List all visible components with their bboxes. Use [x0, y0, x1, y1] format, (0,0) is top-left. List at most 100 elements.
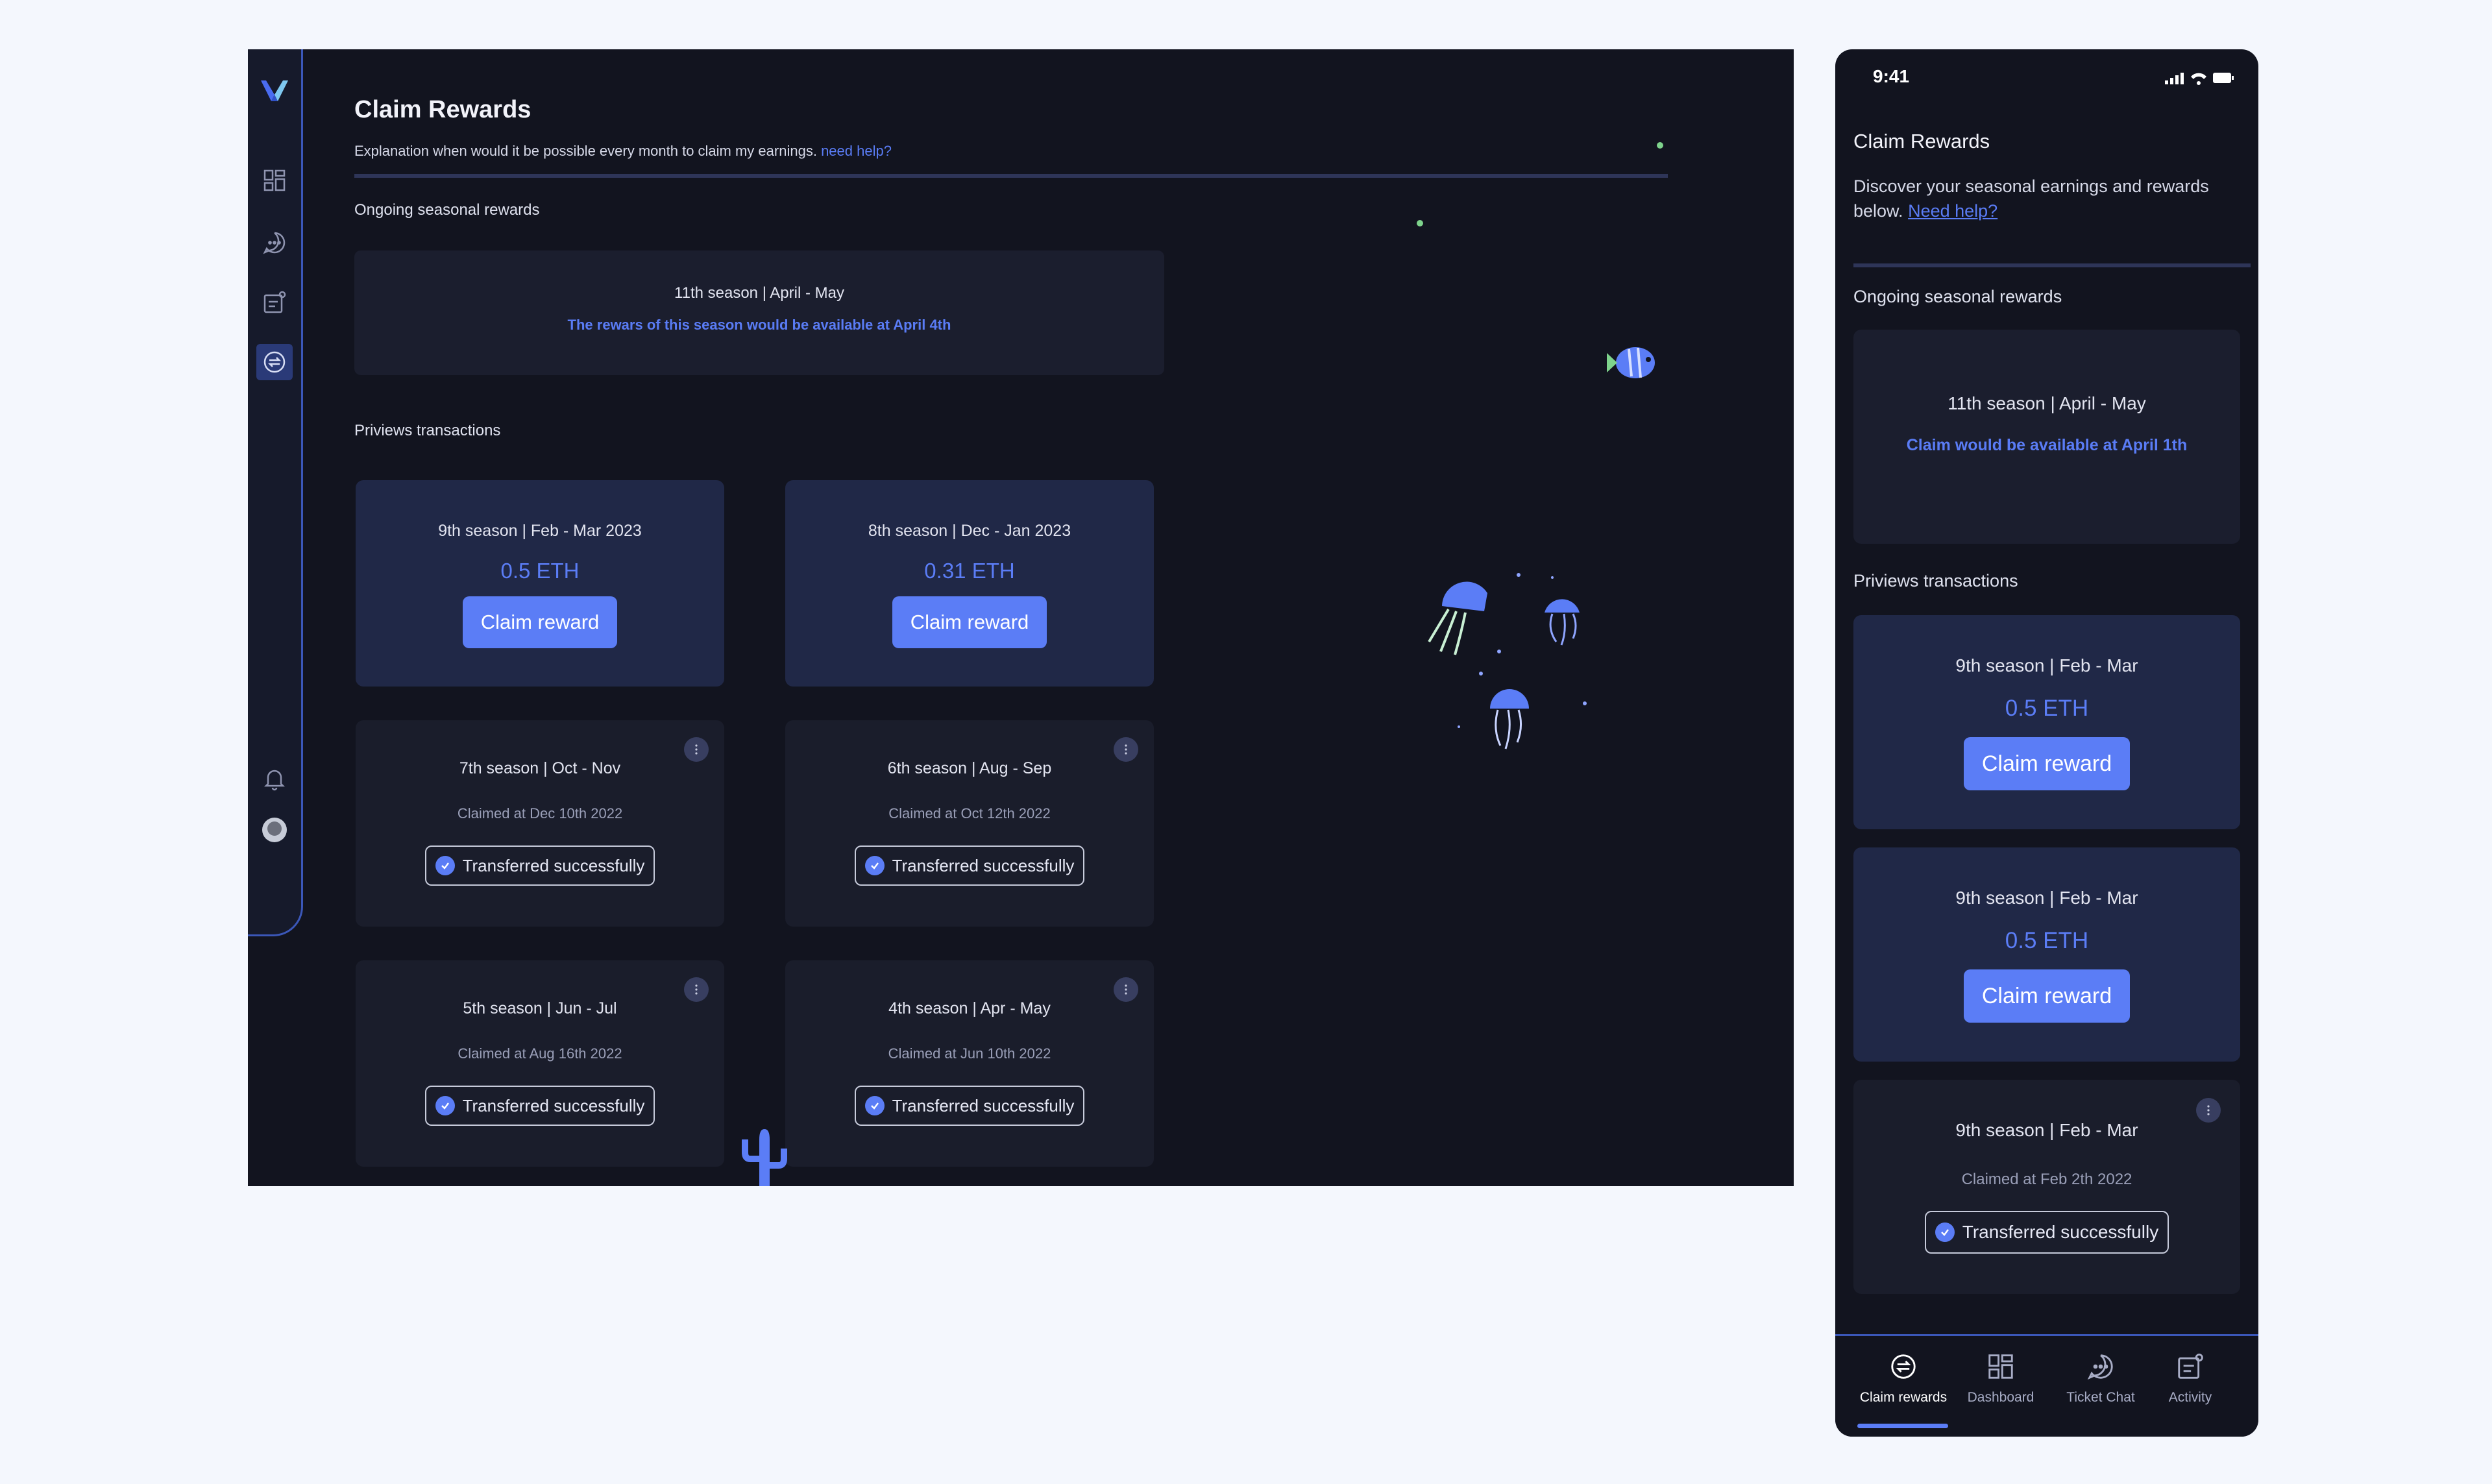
check-icon [435, 856, 455, 875]
card-season-title: 9th season | Feb - Mar 2023 [438, 522, 642, 540]
sidebar-item-claim-rewards[interactable] [256, 344, 293, 380]
status-text: Transferred successfully [892, 1095, 1075, 1115]
dashboard-icon [1988, 1354, 2013, 1379]
claimed-date: Claimed at Jun 10th 2022 [888, 1045, 1051, 1062]
completed-card: 9th season | Feb - Mar Claimed at Feb 2t… [1853, 1080, 2240, 1294]
status-text: Transferred successfully [462, 1095, 645, 1115]
title-divider [354, 174, 1668, 178]
claim-card: 9th season | Feb - Mar 0.5 ETH Claim rew… [1853, 847, 2240, 1062]
card-season-title: 9th season | Feb - Mar [1955, 888, 2138, 908]
activity-icon [263, 291, 286, 313]
card-season-title: 5th season | Jun - Jul [463, 999, 617, 1017]
chat-icon [2087, 1354, 2113, 1380]
more-options-icon[interactable] [684, 737, 709, 762]
page-description: Discover your seasonal earnings and rewa… [1853, 174, 2217, 223]
status-badge: Transferred successfully [424, 845, 655, 886]
help-link[interactable]: need help? [821, 143, 892, 159]
current-season-note: The rewars of this season would be avail… [567, 317, 951, 333]
claimed-date: Claimed at Dec 10th 2022 [457, 805, 623, 821]
status-badge: Transferred successfully [1924, 1211, 2169, 1254]
current-season-card: 11th season | April - May The rewars of … [354, 250, 1164, 375]
more-options-icon[interactable] [1114, 737, 1138, 762]
status-badge: Transferred successfully [854, 845, 1085, 886]
logo-icon [261, 80, 288, 101]
sidebar-item-ticket-chat[interactable] [256, 225, 293, 261]
claim-card: 9th season | Feb - Mar 2023 0.5 ETH Clai… [356, 480, 724, 687]
tab-claim-rewards[interactable]: Claim rewards [1855, 1336, 1952, 1433]
activity-icon [2178, 1354, 2203, 1379]
description-text: Discover your seasonal earnings and rewa… [1853, 176, 2209, 221]
card-season-title: 9th season | Feb - Mar [1955, 1120, 2138, 1140]
card-amount: 0.5 ETH [500, 559, 580, 583]
card-amount: 0.5 ETH [2005, 928, 2089, 953]
more-options-icon[interactable] [684, 977, 709, 1002]
status-bar-icons [2165, 73, 2234, 85]
avatar[interactable] [262, 818, 287, 842]
current-season-title: 11th season | April - May [674, 284, 844, 302]
completed-card: 7th season | Oct - Nov Claimed at Dec 10… [356, 720, 724, 927]
card-amount: 0.31 ETH [924, 559, 1015, 583]
active-tab-indicator [1857, 1424, 1948, 1428]
claimed-date: Claimed at Aug 16th 2022 [458, 1045, 622, 1062]
claimed-date: Claimed at Oct 12th 2022 [888, 805, 1051, 821]
ongoing-rewards-label: Ongoing seasonal rewards [1853, 287, 2062, 306]
more-options-icon[interactable] [2196, 1098, 2221, 1123]
tab-activity[interactable]: Activity [2142, 1336, 2239, 1433]
tab-label: Activity [2168, 1390, 2212, 1405]
completed-card: 6th season | Aug - Sep Claimed at Oct 12… [785, 720, 1154, 927]
help-link[interactable]: Need help? [1908, 201, 1997, 221]
completed-card: 4th season | Apr - May Claimed at Jun 10… [785, 960, 1154, 1167]
tab-label: Ticket Chat [2066, 1390, 2135, 1405]
check-icon [864, 856, 885, 875]
claim-rewards-icon [1891, 1354, 1916, 1379]
previous-transactions-label: Priviews transactions [1853, 571, 2018, 590]
sparkle-dot [1417, 220, 1423, 226]
card-season-title: 9th season | Feb - Mar [1955, 655, 2138, 675]
tab-label: Dashboard [1967, 1390, 2034, 1405]
jellyfish-illustration [1428, 573, 1587, 749]
current-season-title: 11th season | April - May [1948, 393, 2146, 413]
page-title: Claim Rewards [1853, 130, 1990, 152]
title-divider [1853, 263, 2251, 267]
claim-reward-button[interactable]: Claim reward [892, 596, 1047, 648]
claim-card: 8th season | Dec - Jan 2023 0.31 ETH Cla… [785, 480, 1154, 687]
bell-icon [263, 770, 286, 791]
more-options-icon[interactable] [1114, 977, 1138, 1002]
status-text: Transferred successfully [1962, 1222, 2159, 1242]
page-title: Claim Rewards [354, 96, 531, 123]
previous-transactions-label: Priviews transactions [354, 422, 501, 439]
sidebar-item-activity[interactable] [256, 284, 293, 321]
chat-icon [263, 232, 286, 254]
tab-ticket-chat[interactable]: Ticket Chat [2052, 1336, 2149, 1433]
check-icon [435, 1096, 455, 1115]
card-season-title: 4th season | Apr - May [888, 999, 1051, 1017]
check-icon [1935, 1222, 1955, 1242]
completed-card: 5th season | Jun - Jul Claimed at Aug 16… [356, 960, 724, 1167]
card-amount: 0.5 ETH [2005, 696, 2089, 721]
description-text: Explanation when would it be possible ev… [354, 143, 817, 159]
current-season-note: Claim would be available at April 1th [1906, 436, 2188, 454]
sidebar-item-notifications[interactable] [256, 760, 293, 797]
claim-rewards-icon [263, 351, 286, 373]
status-badge: Transferred successfully [424, 1086, 655, 1126]
card-season-title: 7th season | Oct - Nov [459, 759, 621, 777]
fish-illustration [1607, 347, 1655, 378]
page-description: Explanation when would it be possible ev… [354, 143, 892, 160]
coral-illustration [742, 1129, 787, 1186]
check-icon [864, 1096, 885, 1115]
status-text: Transferred successfully [462, 855, 645, 875]
claim-reward-button[interactable]: Claim reward [1963, 737, 2131, 790]
claim-reward-button[interactable]: Claim reward [1963, 969, 2131, 1023]
sidebar [248, 49, 303, 936]
tab-dashboard[interactable]: Dashboard [1952, 1336, 2049, 1433]
sidebar-item-dashboard[interactable] [256, 162, 293, 199]
claim-card: 9th season | Feb - Mar 0.5 ETH Claim rew… [1853, 615, 2240, 829]
status-text: Transferred successfully [892, 855, 1075, 875]
card-season-title: 6th season | Aug - Sep [887, 759, 1052, 777]
status-badge: Transferred successfully [854, 1086, 1085, 1126]
mobile-app-frame: 9:41 Claim Rewards Discover your seasona… [1835, 49, 2258, 1437]
claim-reward-button[interactable]: Claim reward [462, 596, 618, 648]
tab-label: Claim rewards [1859, 1390, 1948, 1405]
card-season-title: 8th season | Dec - Jan 2023 [868, 522, 1071, 540]
desktop-app-frame: Claim Rewards Explanation when would it … [248, 49, 1794, 1186]
